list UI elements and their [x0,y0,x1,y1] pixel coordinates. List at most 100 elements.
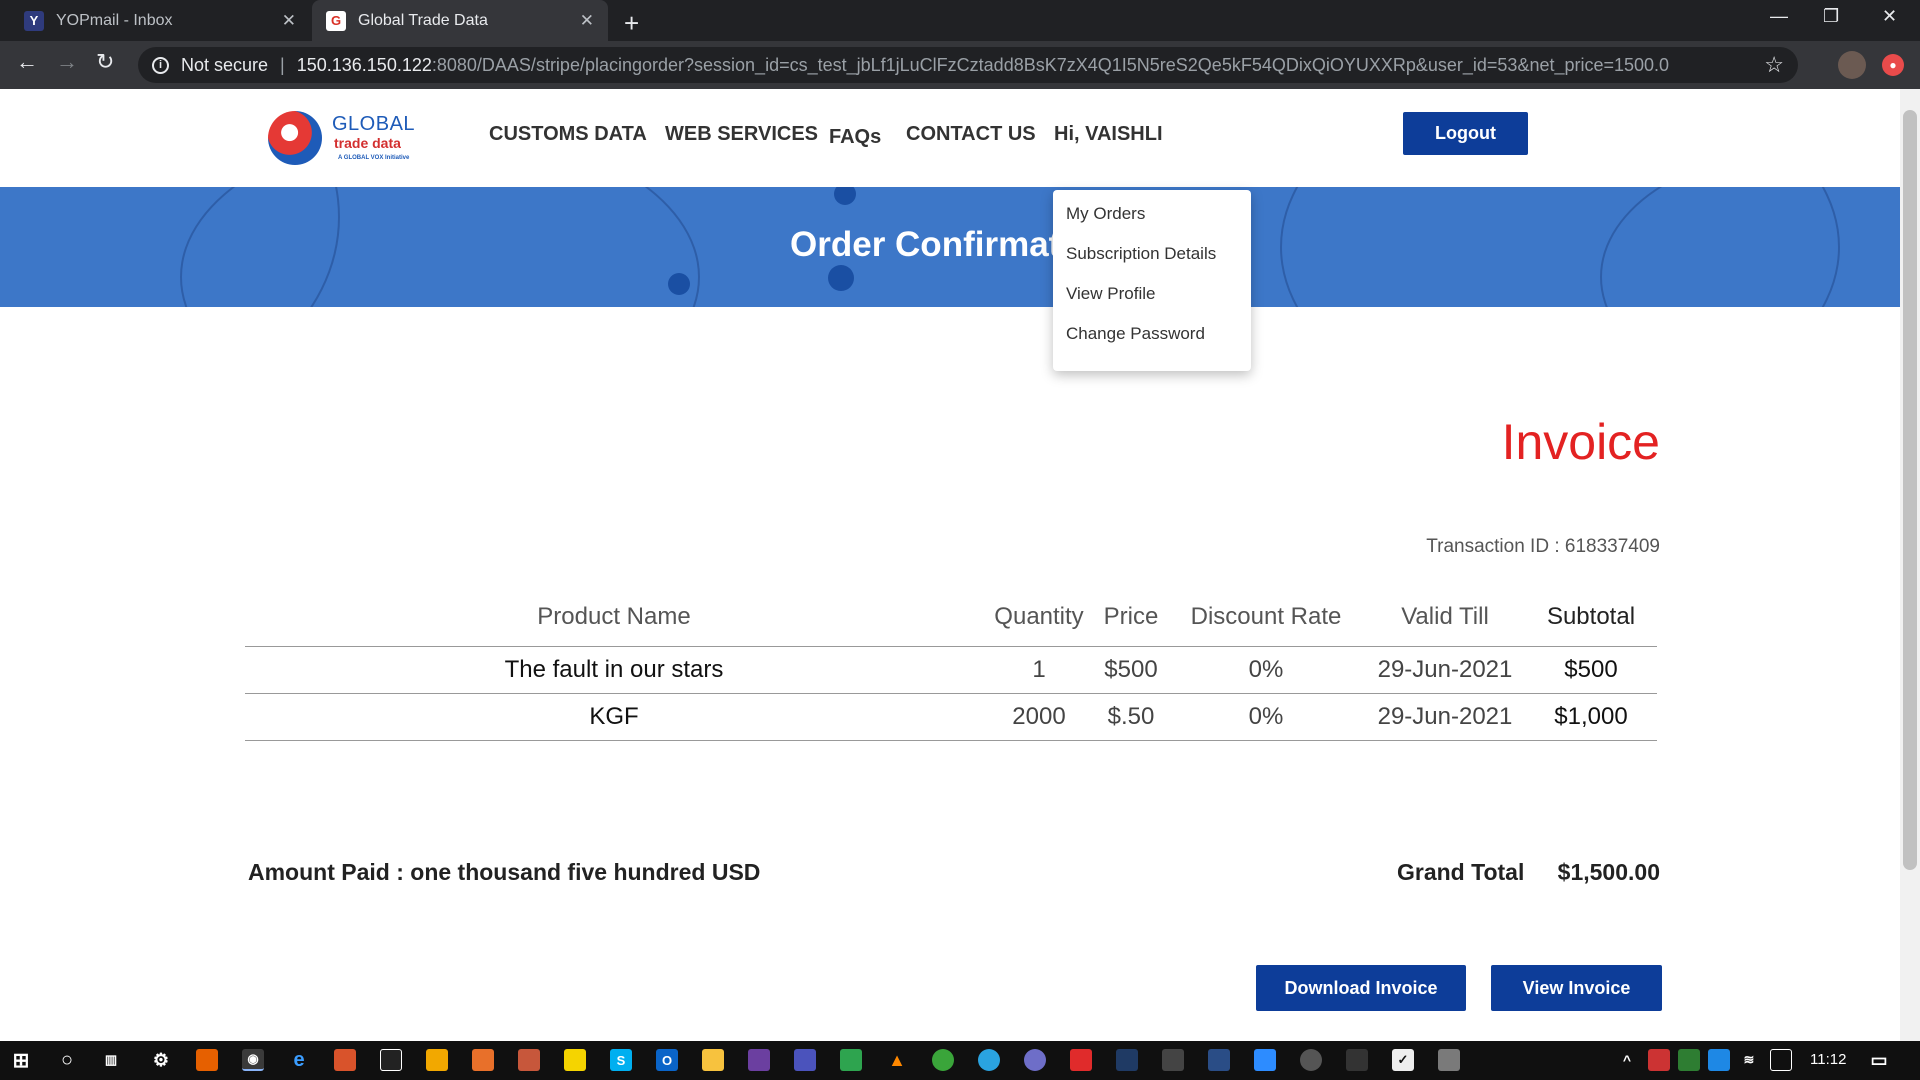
table-row: The fault in our stars 1 $500 0% 29-Jun-… [245,646,1657,694]
search-circle-icon[interactable]: ○ [56,1049,78,1071]
chrome-icon[interactable]: ◉ [242,1049,264,1071]
telegram-icon[interactable] [978,1049,1000,1071]
tab-global-trade-data[interactable]: G Global Trade Data ✕ [312,0,608,41]
cell-discount: 0% [1167,693,1365,741]
nav-web-services[interactable]: WEB SERVICES [665,123,818,146]
banner-decoration [828,265,854,291]
security-shield-icon[interactable] [1708,1049,1730,1071]
page-title: Order Confirmat [790,225,1061,264]
screen: Y YOPmail - Inbox ✕ G Global Trade Data … [0,0,1920,1080]
app-icon[interactable] [518,1049,540,1071]
app-icon[interactable] [1300,1049,1322,1071]
security-label: Not secure [181,54,269,75]
close-window-icon[interactable]: ✕ [1882,6,1897,27]
firefox-icon[interactable] [196,1049,218,1071]
globe-favicon-icon: G [326,10,346,31]
info-icon[interactable]: i [152,56,169,74]
scrollbar-thumb[interactable] [1903,110,1917,870]
user-menu-dropdown: My Orders Subscription Details View Prof… [1053,190,1251,371]
logout-button[interactable]: Logout [1403,112,1528,155]
cell-subtotal: $500 [1525,646,1657,694]
restore-icon[interactable]: ❐ [1823,6,1839,27]
nav-contact-us[interactable]: CONTACT US [906,123,1036,146]
download-invoice-button[interactable]: Download Invoice [1256,965,1466,1011]
extension-icon[interactable]: ● [1882,54,1904,76]
profile-avatar[interactable] [1838,51,1866,79]
browser-toolbar: ← → ↻ i Not secure | 150.136.150.122:808… [0,41,1920,89]
app-icon[interactable]: ✓ [1392,1049,1414,1071]
app-icon[interactable] [426,1049,448,1071]
menu-item-my-orders[interactable]: My Orders [1053,204,1251,244]
tray-app-icon[interactable] [1648,1049,1670,1071]
reload-icon[interactable]: ↻ [96,49,114,75]
banner-decoration [180,187,700,307]
browser-tabstrip: Y YOPmail - Inbox ✕ G Global Trade Data … [0,0,1920,41]
forward-icon[interactable]: → [56,49,78,75]
site-logo[interactable]: GLOBAL trade data A GLOBAL VOX Initiativ… [268,111,428,169]
app-icon[interactable] [1162,1049,1184,1071]
table-row: KGF 2000 $.50 0% 29-Jun-2021 $1,000 [245,693,1657,741]
close-tab-icon[interactable]: ✕ [282,11,296,31]
app-icon[interactable] [472,1049,494,1071]
cell-valid-till: 29-Jun-2021 [1365,646,1525,694]
close-tab-icon[interactable]: ✕ [580,11,594,31]
nav-faqs[interactable]: FAQs [829,126,881,149]
task-view-icon[interactable]: ▥ [100,1049,122,1071]
windows-taskbar: ⊞ ○ ▥ ⚙ ◉ e S O ▲ ✓ ^ ≋ 11:12 ▭ [0,1041,1920,1080]
tray-chevron-icon[interactable]: ^ [1616,1049,1638,1071]
teams-icon[interactable] [794,1049,816,1071]
edge-icon[interactable]: e [288,1049,310,1071]
app-icon[interactable] [1024,1049,1046,1071]
battery-icon[interactable] [1678,1049,1700,1071]
tab-title: Global Trade Data [358,11,488,29]
app-icon[interactable] [840,1049,862,1071]
tab-yopmail[interactable]: Y YOPmail - Inbox ✕ [10,0,310,41]
sticky-notes-icon[interactable] [564,1049,586,1071]
menu-item-change-password[interactable]: Change Password [1053,324,1251,364]
address-bar[interactable]: i Not secure | 150.136.150.122:8080/DAAS… [138,47,1798,83]
menu-item-subscription-details[interactable]: Subscription Details [1053,244,1251,284]
col-header-product: Product Name [245,589,983,647]
app-icon[interactable] [1438,1049,1460,1071]
amount-paid-text: Amount Paid : one thousand five hundred … [248,859,761,885]
transaction-id: Transaction ID : 618337409 [1426,536,1660,557]
globe-logo-icon [268,111,322,165]
col-header-subtotal: Subtotal [1525,589,1657,647]
cell-quantity: 2000 [983,693,1095,741]
minimize-icon[interactable]: — [1770,6,1788,27]
back-icon[interactable]: ← [16,49,38,75]
page-viewport: GLOBAL trade data A GLOBAL VOX Initiativ… [0,89,1900,1041]
vlc-icon[interactable]: ▲ [886,1049,908,1071]
app-icon[interactable] [1208,1049,1230,1071]
url-path: :8080/DAAS/stripe/placingorder?session_i… [431,54,1670,75]
folder-icon[interactable] [702,1049,724,1071]
taskbar-clock[interactable]: 11:12 [1810,1051,1846,1068]
new-tab-icon[interactable]: + [624,8,639,39]
settings-gear-icon[interactable]: ⚙ [150,1049,172,1071]
zoom-icon[interactable] [1254,1049,1276,1071]
keyboard-icon[interactable] [1770,1049,1792,1071]
menu-item-view-profile[interactable]: View Profile [1053,284,1251,324]
cell-price: $.50 [1095,693,1167,741]
view-invoice-button[interactable]: View Invoice [1491,965,1662,1011]
banner-decoration [834,187,856,205]
url-host: 150.136.150.122 [296,54,432,75]
notifications-icon[interactable]: ▭ [1868,1049,1890,1071]
nav-user-greeting[interactable]: Hi, VAISHLI [1054,123,1163,146]
app-icon[interactable] [748,1049,770,1071]
cell-valid-till: 29-Jun-2021 [1365,693,1525,741]
cell-discount: 0% [1167,646,1365,694]
nav-customs-data[interactable]: CUSTOMS DATA [489,123,647,146]
logo-tagline: A GLOBAL VOX Initiative [338,155,410,161]
wifi-icon[interactable]: ≋ [1738,1049,1760,1071]
app-icon[interactable] [1070,1049,1092,1071]
app-icon[interactable] [334,1049,356,1071]
skype-icon[interactable]: S [610,1049,632,1071]
outlook-icon[interactable]: O [656,1049,678,1071]
windows-start-icon[interactable]: ⊞ [10,1049,32,1072]
app-icon[interactable] [1346,1049,1368,1071]
app-icon[interactable] [380,1049,402,1071]
bookmark-star-icon[interactable]: ☆ [1764,52,1784,78]
app-icon[interactable] [1116,1049,1138,1071]
app-icon[interactable] [932,1049,954,1071]
